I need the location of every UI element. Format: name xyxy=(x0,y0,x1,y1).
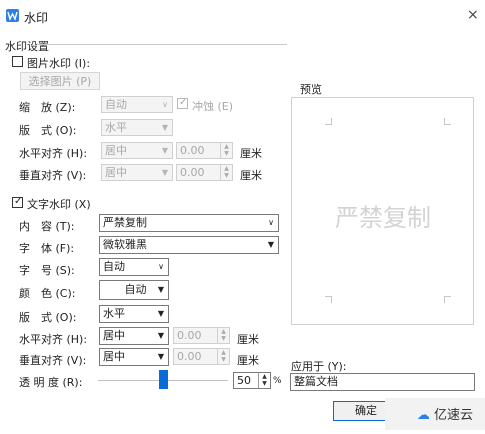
dropdown-arrow-icon: ▼ xyxy=(161,123,168,132)
scale-value: 自动 xyxy=(105,98,127,111)
image-halign-offset-value: 0.00 xyxy=(180,144,205,157)
page-corner-mark xyxy=(325,296,332,303)
dropdown-arrow-icon: ▼ xyxy=(157,352,164,361)
text-valign-value: 居中 xyxy=(103,350,125,363)
text-valign-offset-value: 0.00 xyxy=(177,350,202,363)
image-watermark-checkbox[interactable] xyxy=(12,56,23,67)
page-corner-mark xyxy=(444,118,451,125)
spinner-icon[interactable]: ▲ ▼ xyxy=(258,373,270,388)
text-watermark-checkbox[interactable]: ✓ xyxy=(12,196,23,208)
size-value: 自动 xyxy=(103,260,125,273)
spinner-icon[interactable]: ▲ ▼ xyxy=(220,143,232,158)
transparency-unit: % xyxy=(273,376,282,386)
image-valign-offset[interactable]: 0.00 ▲ ▼ xyxy=(176,164,233,181)
text-watermark-label: 文字水印 (X) xyxy=(27,198,91,211)
text-halign-label: 水平对齐 (H): xyxy=(19,333,88,346)
select-image-button[interactable]: 选择图片 (P) xyxy=(20,72,100,90)
spinner-icon[interactable]: ▲ ▼ xyxy=(217,349,229,364)
spinner-icon[interactable]: ▲ ▼ xyxy=(220,165,232,180)
window-title: 水印 xyxy=(24,11,49,25)
preview-panel: 严禁复制 xyxy=(291,97,474,325)
apply-to-value: 整篇文档 xyxy=(294,375,338,388)
color-value: 自动 xyxy=(124,283,147,296)
text-halign-offset[interactable]: 0.00 ▲ ▼ xyxy=(173,327,230,344)
dropdown-arrow-icon: ▼ xyxy=(157,309,164,318)
text-halign-select[interactable]: 居中 ▼ xyxy=(99,327,169,345)
image-valign-select[interactable]: 居中 ▼ xyxy=(101,164,173,181)
page-corner-mark xyxy=(325,118,332,125)
content-value: 严禁复制 xyxy=(103,216,147,229)
text-layout-select[interactable]: 水平 ▼ xyxy=(99,305,169,323)
dropdown-arrow-icon: ▼ xyxy=(161,146,168,155)
text-layout-value: 水平 xyxy=(103,307,125,320)
apply-to-select[interactable]: 整篇文档 xyxy=(290,373,475,391)
font-value: 微软雅黑 xyxy=(103,238,147,251)
transparency-slider-thumb[interactable] xyxy=(159,370,168,389)
size-combobox[interactable]: 自动 ∨ xyxy=(99,258,169,276)
transparency-value: 50 xyxy=(237,374,251,387)
image-valign-offset-value: 0.00 xyxy=(180,166,205,179)
title-bar: 水印 × xyxy=(0,0,485,30)
scale-select[interactable]: 自动 ∨ xyxy=(101,96,173,113)
text-halign-value: 居中 xyxy=(103,329,125,342)
page-corner-mark xyxy=(444,296,451,303)
transparency-spinner[interactable]: 50 ▲ ▼ xyxy=(233,372,271,389)
image-layout-label: 版 式 (O): xyxy=(19,124,77,137)
dropdown-arrow-icon: ▼ xyxy=(157,331,164,340)
dropdown-arrow-icon: ▼ xyxy=(157,285,164,294)
washout-label: 冲蚀 (E) xyxy=(192,100,234,113)
checkmark-icon: ✓ xyxy=(179,97,188,108)
text-valign-select[interactable]: 居中 ▼ xyxy=(99,348,169,366)
checkmark-icon: ✓ xyxy=(14,196,23,207)
cloud-icon: ☁ xyxy=(416,408,430,423)
text-halign-unit: 厘米 xyxy=(237,333,259,346)
text-valign-offset[interactable]: 0.00 ▲ ▼ xyxy=(173,348,230,365)
image-halign-select[interactable]: 居中 ▼ xyxy=(101,142,173,159)
text-valign-unit: 厘米 xyxy=(237,354,259,367)
image-watermark-label: 图片水印 (I): xyxy=(27,57,91,70)
dropdown-arrow-icon: ▼ xyxy=(161,168,168,177)
chevron-down-icon: ∨ xyxy=(158,262,164,271)
apply-to-label: 应用于 (Y): xyxy=(291,360,347,373)
font-select[interactable]: 微软雅黑 ▼ xyxy=(99,236,279,254)
washout-checkbox[interactable]: ✓ xyxy=(177,97,188,109)
text-halign-offset-value: 0.00 xyxy=(177,329,202,342)
image-layout-select[interactable]: 水平 ▼ xyxy=(101,119,173,136)
size-label: 字 号 (S): xyxy=(19,264,75,277)
image-halign-label: 水平对齐 (H): xyxy=(19,147,88,160)
image-halign-offset[interactable]: 0.00 ▲ ▼ xyxy=(176,142,233,159)
content-label: 内 容 (T): xyxy=(19,220,75,233)
watermark-settings-legend: 水印设置 xyxy=(5,40,49,53)
preview-watermark-text: 严禁复制 xyxy=(335,204,431,232)
spinner-icon[interactable]: ▲ ▼ xyxy=(217,328,229,343)
image-valign-value: 居中 xyxy=(105,166,127,179)
image-halign-value: 居中 xyxy=(105,144,127,157)
color-picker[interactable]: 自动 ▼ xyxy=(99,280,169,300)
chevron-down-icon: ∨ xyxy=(162,100,168,109)
font-label: 字 体 (F): xyxy=(19,242,75,255)
chevron-down-icon: ∨ xyxy=(268,218,274,227)
text-layout-label: 版 式 (O): xyxy=(19,311,77,324)
text-valign-label: 垂直对齐 (V): xyxy=(19,354,87,367)
brand-text: 亿速云 xyxy=(433,408,473,423)
brand-logo: ☁ 亿速云 xyxy=(417,404,473,423)
group-divider xyxy=(37,44,287,45)
image-valign-unit: 厘米 xyxy=(240,169,262,182)
content-combobox[interactable]: 严禁复制 ∨ xyxy=(99,214,279,232)
scale-label: 缩 放 (Z): xyxy=(19,101,76,114)
dropdown-arrow-icon: ▼ xyxy=(267,240,274,249)
preview-label: 预览 xyxy=(300,83,322,96)
close-icon[interactable]: × xyxy=(467,7,479,23)
image-halign-unit: 厘米 xyxy=(240,147,262,160)
transparency-label: 透 明 度 (R): xyxy=(19,376,83,389)
image-valign-label: 垂直对齐 (V): xyxy=(19,169,87,182)
color-label: 颜 色 (C): xyxy=(19,287,76,300)
wps-writer-icon xyxy=(6,9,19,22)
image-layout-value: 水平 xyxy=(105,121,127,134)
